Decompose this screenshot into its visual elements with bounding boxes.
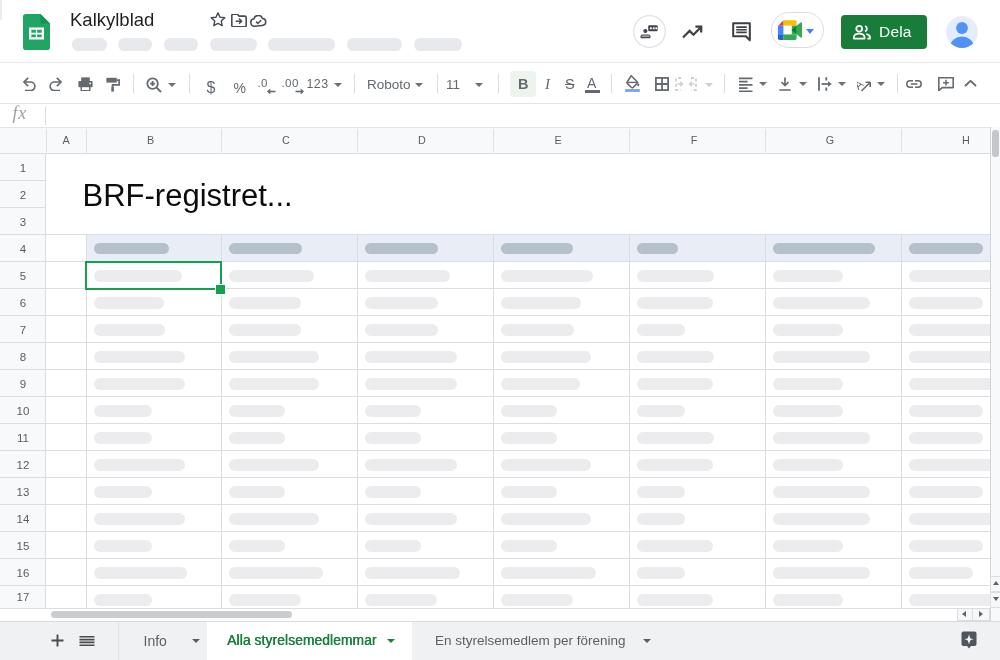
svg-text:A: A [857, 78, 866, 92]
